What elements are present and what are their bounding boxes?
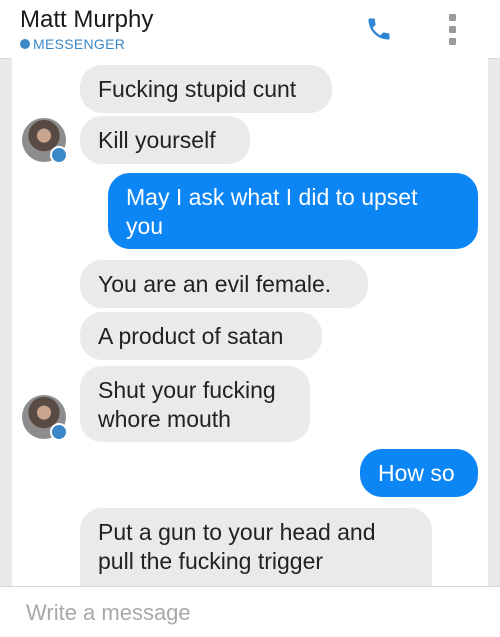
phone-icon [368,18,390,40]
menu-dot [448,37,456,45]
more-options-button[interactable] [440,12,464,46]
outgoing-message: May I ask what I did to upset you [108,173,478,249]
contact-avatar[interactable] [22,395,68,441]
contact-name[interactable]: Matt Murphy [20,6,153,34]
more-vertical-icon [448,13,456,21]
platform-indicator: MESSENGER [20,36,125,52]
conversation-header: Matt Murphy MESSENGER [0,0,500,59]
messenger-badge-icon [50,146,68,164]
incoming-message: You are an evil female. [80,260,368,308]
incoming-message: Shut your fucking whore mouth [80,366,310,442]
message-thread[interactable]: Fucking stupid cunt Kill yourself May I … [12,58,488,586]
call-button[interactable] [362,12,396,46]
incoming-message: A product of satan [80,312,322,360]
incoming-message: Kill yourself [80,116,250,164]
contact-avatar[interactable] [22,118,68,164]
messenger-badge-icon [50,423,68,441]
menu-dot [448,25,456,33]
platform-label: MESSENGER [33,36,126,52]
message-composer [0,586,500,637]
messenger-status-icon [20,39,30,49]
message-input[interactable] [24,595,478,631]
incoming-message: Fucking stupid cunt [80,65,332,113]
incoming-message: Put a gun to your head and pull the fuck… [80,508,432,586]
outgoing-message: How so [360,449,478,497]
